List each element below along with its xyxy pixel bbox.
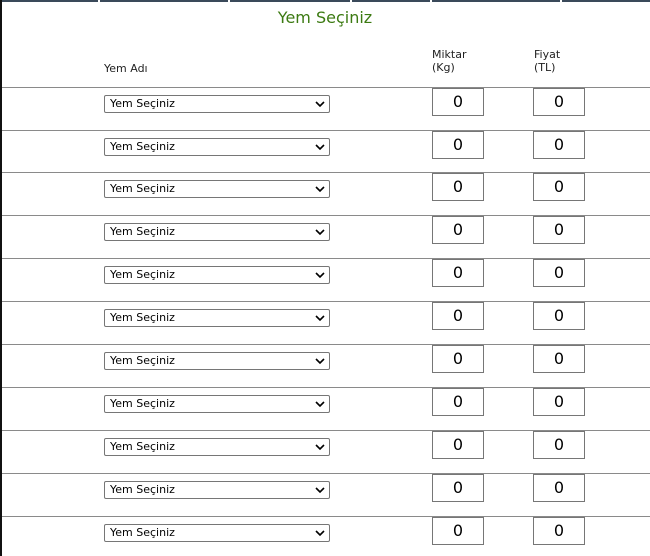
feed-select[interactable]: Yem Seçiniz (104, 352, 330, 370)
quantity-input[interactable]: 0 (432, 173, 484, 201)
quantity-input[interactable]: 0 (432, 474, 484, 502)
chevron-down-icon (315, 530, 325, 537)
feed-select-value: Yem Seçiniz (110, 140, 175, 153)
table-row: Yem Seçiniz 0 0 (0, 258, 650, 298)
quantity-input[interactable]: 0 (432, 345, 484, 373)
feed-select[interactable]: Yem Seçiniz (104, 266, 330, 284)
feed-select[interactable]: Yem Seçiniz (104, 138, 330, 156)
table-row: Yem Seçiniz 0 0 (0, 387, 650, 427)
chevron-down-icon (315, 186, 325, 193)
feed-select-value: Yem Seçiniz (110, 311, 175, 324)
column-header-price-label: Fiyat (534, 48, 561, 61)
column-header-quantity-unit: (Kg) (432, 61, 455, 74)
feed-select-value: Yem Seçiniz (110, 268, 175, 281)
price-input[interactable]: 0 (533, 131, 585, 159)
feed-select-value: Yem Seçiniz (110, 354, 175, 367)
quantity-input[interactable]: 0 (432, 517, 484, 545)
quantity-input[interactable]: 0 (432, 431, 484, 459)
table-row: Yem Seçiniz 0 0 (0, 87, 650, 127)
column-header-quantity-label: Miktar (432, 48, 467, 61)
feed-select[interactable]: Yem Seçiniz (104, 223, 330, 241)
chevron-down-icon (315, 144, 325, 151)
column-header-price-unit: (TL) (534, 61, 556, 74)
price-input[interactable]: 0 (533, 517, 585, 545)
table-row: Yem Seçiniz 0 0 (0, 430, 650, 470)
feed-select-value: Yem Seçiniz (110, 97, 175, 110)
chevron-down-icon (315, 229, 325, 236)
feed-select[interactable]: Yem Seçiniz (104, 309, 330, 327)
chevron-down-icon (315, 315, 325, 322)
price-input[interactable]: 0 (533, 216, 585, 244)
page-title: Yem Seçiniz (277, 8, 373, 27)
column-header-feed-name: Yem Adı (104, 62, 148, 75)
feed-select-value: Yem Seçiniz (110, 225, 175, 238)
price-input[interactable]: 0 (533, 302, 585, 330)
feed-select-value: Yem Seçiniz (110, 483, 175, 496)
feed-select[interactable]: Yem Seçiniz (104, 524, 330, 542)
feed-select-value: Yem Seçiniz (110, 526, 175, 539)
chevron-down-icon (315, 487, 325, 494)
top-strip (0, 0, 650, 2)
table-row: Yem Seçiniz 0 0 (0, 516, 650, 556)
price-input[interactable]: 0 (533, 173, 585, 201)
table-row: Yem Seçiniz 0 0 (0, 130, 650, 170)
feed-select[interactable]: Yem Seçiniz (104, 95, 330, 113)
feed-select-value: Yem Seçiniz (110, 182, 175, 195)
quantity-input[interactable]: 0 (432, 388, 484, 416)
table-row: Yem Seçiniz 0 0 (0, 215, 650, 255)
column-header-quantity: Miktar (Kg) (432, 48, 467, 74)
chevron-down-icon (315, 401, 325, 408)
price-input[interactable]: 0 (533, 259, 585, 287)
quantity-input[interactable]: 0 (432, 302, 484, 330)
feed-select[interactable]: Yem Seçiniz (104, 438, 330, 456)
column-header-price: Fiyat (TL) (534, 48, 560, 74)
chevron-down-icon (315, 358, 325, 365)
feed-select-value: Yem Seçiniz (110, 397, 175, 410)
table-row: Yem Seçiniz 0 0 (0, 301, 650, 341)
price-input[interactable]: 0 (533, 345, 585, 373)
price-input[interactable]: 0 (533, 388, 585, 416)
table-row: Yem Seçiniz 0 0 (0, 172, 650, 212)
quantity-input[interactable]: 0 (432, 259, 484, 287)
table-row: Yem Seçiniz 0 0 (0, 344, 650, 384)
chevron-down-icon (315, 444, 325, 451)
chevron-down-icon (315, 272, 325, 279)
price-input[interactable]: 0 (533, 431, 585, 459)
feed-select[interactable]: Yem Seçiniz (104, 180, 330, 198)
price-input[interactable]: 0 (533, 88, 585, 116)
quantity-input[interactable]: 0 (432, 216, 484, 244)
price-input[interactable]: 0 (533, 474, 585, 502)
feed-select-value: Yem Seçiniz (110, 440, 175, 453)
chevron-down-icon (315, 101, 325, 108)
feed-select[interactable]: Yem Seçiniz (104, 481, 330, 499)
table-row: Yem Seçiniz 0 0 (0, 473, 650, 513)
feed-select[interactable]: Yem Seçiniz (104, 395, 330, 413)
quantity-input[interactable]: 0 (432, 88, 484, 116)
quantity-input[interactable]: 0 (432, 131, 484, 159)
